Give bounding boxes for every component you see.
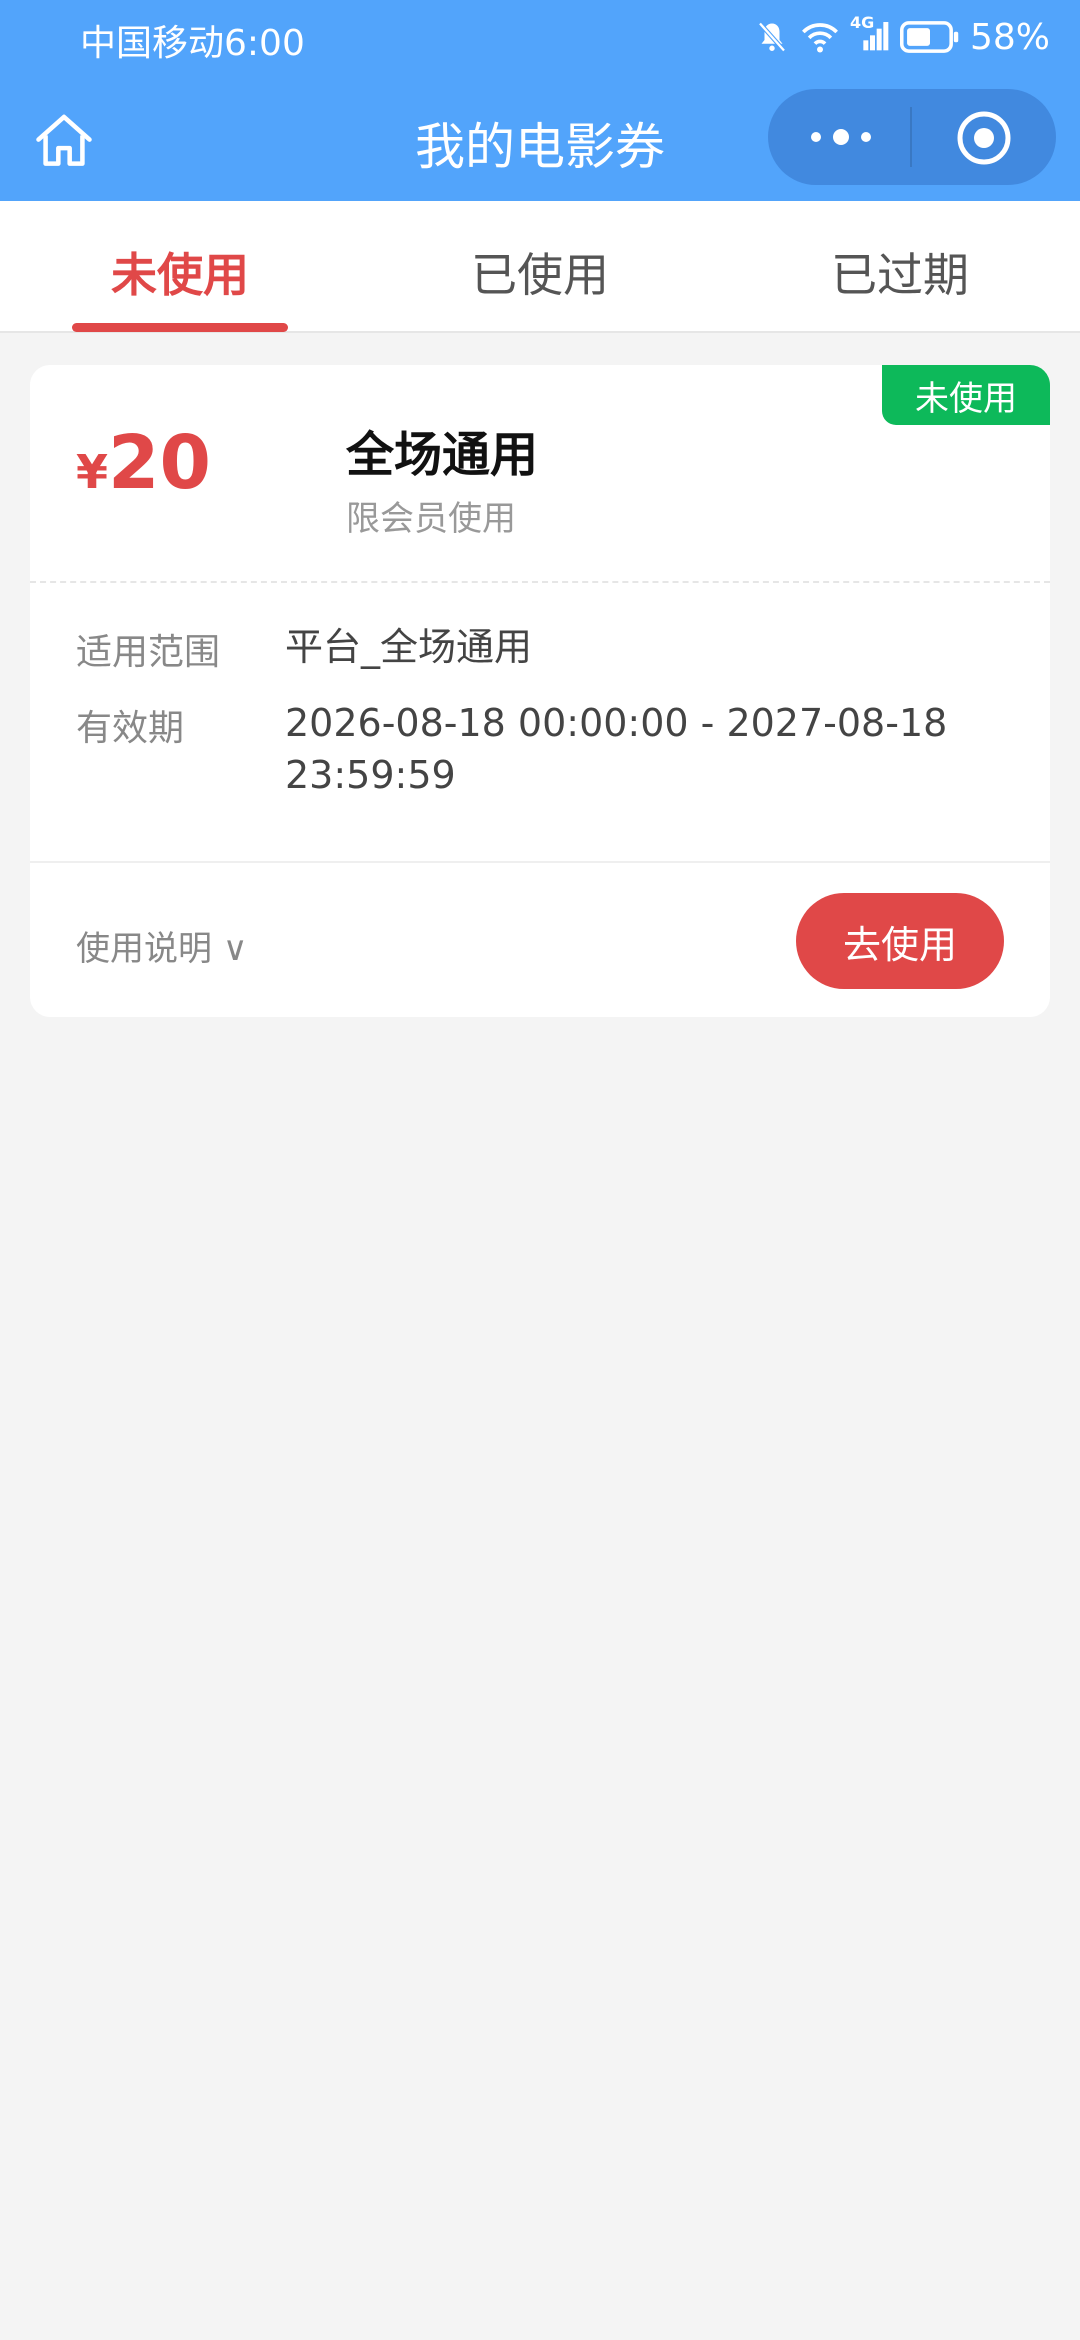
- more-dots-icon: [811, 129, 871, 145]
- status-bar: 中国移动6:00 4G 58%: [0, 0, 1080, 75]
- close-miniprogram-button[interactable]: [956, 110, 1012, 166]
- currency-symbol: ¥: [76, 445, 109, 499]
- coupon-subtitle: 限会员使用: [346, 499, 516, 539]
- nav-bar: 我的电影券: [0, 75, 1080, 201]
- battery-icon: [899, 20, 960, 54]
- carrier-name: 中国移动: [80, 23, 225, 64]
- cellular-signal-icon: 4G: [850, 13, 890, 55]
- battery-percent: 58%: [969, 16, 1050, 58]
- mute-bell-icon: [754, 19, 790, 55]
- coupon-title: 全场通用: [346, 427, 539, 483]
- scope-value: 平台_全场通用: [285, 625, 533, 669]
- usage-instructions-toggle[interactable]: 使用说明 ∨: [76, 921, 248, 970]
- target-circle-icon: [957, 111, 1011, 165]
- miniprogram-capsule: [768, 89, 1056, 185]
- active-tab-indicator: [72, 323, 288, 332]
- network-type: 4G: [849, 13, 875, 32]
- validity-label: 有效期: [76, 708, 185, 749]
- status-time: 6:00: [224, 23, 305, 64]
- card-divider: [30, 861, 1050, 863]
- tab-used[interactable]: 已使用: [360, 239, 720, 305]
- tab-expired[interactable]: 已过期: [720, 239, 1080, 305]
- scope-label: 适用范围: [76, 632, 221, 673]
- wifi-icon: [800, 19, 840, 55]
- more-button[interactable]: [806, 117, 876, 157]
- coupon-price: ¥20: [76, 420, 211, 506]
- use-coupon-button[interactable]: 去使用: [796, 893, 1004, 989]
- dashed-divider: [30, 581, 1050, 583]
- status-carrier-time: 中国移动6:00: [80, 14, 305, 66]
- status-icons: 4G 58%: [754, 12, 1050, 62]
- top-bar: 中国移动6:00 4G 58% 我的电影券: [0, 0, 1080, 201]
- tab-unused[interactable]: 未使用: [0, 239, 360, 305]
- capsule-divider: [910, 107, 912, 167]
- coupon-amount: 20: [108, 420, 211, 506]
- coupon-card: 未使用 ¥20 全场通用 限会员使用 适用范围 平台_全场通用 有效期 2026…: [30, 365, 1050, 1017]
- validity-value: 2026-08-18 00:00:00 - 2027-08-18 23:59:5…: [285, 701, 948, 797]
- status-badge: 未使用: [882, 365, 1050, 425]
- coupon-status-tabs: 未使用 已使用 已过期: [0, 201, 1080, 333]
